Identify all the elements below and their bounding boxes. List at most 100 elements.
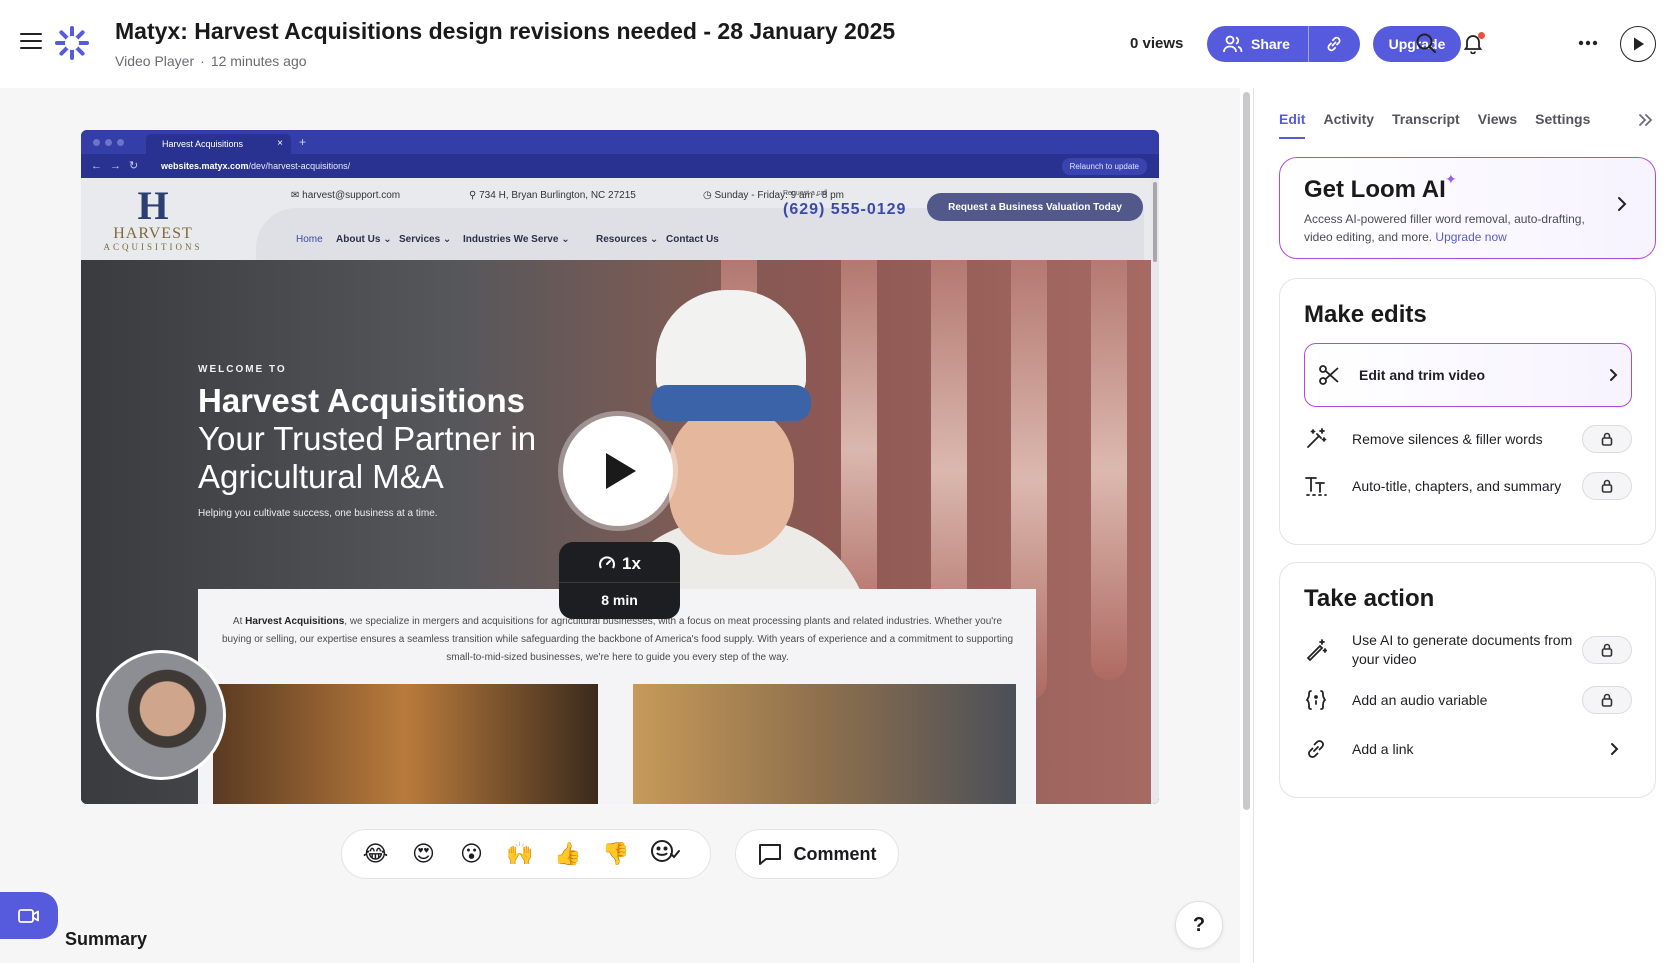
share-label: Share (1251, 36, 1290, 52)
comment-button[interactable]: Comment (735, 829, 899, 879)
hero-subtext: Helping you cultivate success, one busin… (198, 508, 438, 519)
video-subtitle: Video Player · 12 minutes ago (115, 53, 307, 69)
collapse-sidebar-icon[interactable] (1636, 110, 1656, 130)
more-options-icon[interactable] (1575, 30, 1601, 56)
remove-silences-row[interactable]: Remove silences & filler words (1304, 425, 1632, 453)
reaction-raised-hands[interactable]: 🙌 (506, 841, 533, 867)
tab-transcript[interactable]: Transcript (1392, 111, 1460, 139)
ai-card-desc: Access AI-powered filler word removal, a… (1304, 210, 1594, 246)
menu-icon[interactable] (20, 33, 42, 51)
site-phone: (629) 555-0129 (783, 201, 907, 218)
browser-nav-icons: ←→↻ (91, 160, 147, 172)
tab-views[interactable]: Views (1478, 111, 1517, 139)
edit-trim-label: Edit and trim video (1359, 366, 1486, 383)
view-count[interactable]: 0 views (1130, 35, 1183, 52)
share-button-group: Share (1207, 26, 1360, 62)
record-video-button[interactable] (0, 892, 58, 939)
browser-url: websites.matyx.com/dev/harvest-acquisiti… (161, 161, 350, 171)
hero-title: Harvest Acquisitions (198, 382, 526, 419)
playback-speed[interactable]: 1x (559, 554, 680, 574)
locked-feature-badge[interactable] (1582, 686, 1632, 714)
link-icon (1304, 737, 1328, 761)
audio-variable-row[interactable]: Add an audio variable (1304, 686, 1632, 714)
site-scrollbar (1151, 178, 1159, 804)
video-play-button[interactable] (563, 416, 673, 526)
edit-trim-video-button[interactable]: Edit and trim video (1304, 343, 1632, 407)
make-edits-title: Make edits (1304, 301, 1427, 328)
sidebar-tabs: Edit Activity Transcript Views Settings (1279, 111, 1590, 139)
locked-feature-badge[interactable] (1582, 425, 1632, 453)
site-call-label: Request a call (783, 190, 828, 197)
site-nav-resources: Resources ⌄ (596, 234, 659, 245)
browser-tab-title: Harvest Acquisitions (162, 139, 244, 149)
new-tab-icon: + (299, 135, 307, 149)
site-address-text: 734 H, Bryan Burlington, NC 27215 (479, 190, 636, 201)
copy-link-button[interactable] (1307, 26, 1360, 62)
locked-feature-badge[interactable] (1582, 472, 1632, 500)
subtitle-source[interactable]: Video Player (115, 53, 194, 69)
magic-pen-icon (1304, 638, 1328, 662)
summary-heading: Summary (65, 929, 148, 949)
play-icon (606, 453, 636, 489)
reaction-thumbs-down[interactable]: 👎 (602, 841, 629, 867)
edit-sidebar: Edit Activity Transcript Views Settings … (1254, 88, 1680, 963)
chevron-right-icon (1603, 368, 1623, 382)
loom-logo-icon[interactable] (55, 26, 89, 60)
tab-settings[interactable]: Settings (1535, 111, 1590, 139)
lock-icon (1601, 479, 1613, 493)
share-button[interactable]: Share (1207, 26, 1308, 62)
upgrade-now-link[interactable]: Upgrade now (1435, 230, 1506, 244)
add-reaction-icon[interactable] (650, 838, 680, 870)
reaction-thumbs-up[interactable]: 👍 (554, 841, 581, 867)
playback-info-pill[interactable]: 1x 8 min (559, 542, 680, 619)
play-icon (1634, 37, 1644, 51)
site-intro-card: At Harvest Acquisitions, we specialize i… (198, 589, 1036, 804)
tab-activity[interactable]: Activity (1323, 111, 1374, 139)
logo-name: HARVEST (113, 225, 193, 242)
url-domain: websites.matyx.com (161, 161, 249, 171)
video-camera-icon (18, 908, 39, 923)
ai-card-title: Get Loom AI (1304, 176, 1446, 203)
notifications-bell-icon[interactable] (1460, 30, 1486, 56)
main-scrollbar[interactable] (1243, 92, 1250, 810)
harvest-logo: H HARVEST ACQUISITIONS (103, 186, 203, 256)
link-icon (1327, 36, 1341, 52)
subtitle-time: 12 minutes ago (210, 53, 307, 69)
lock-icon (1601, 693, 1613, 707)
window-controls (93, 139, 124, 146)
intro-company: Harvest Acquisitions (245, 616, 345, 627)
auto-title-label: Auto-title, chapters, and summary (1352, 477, 1562, 494)
generate-documents-label: Use AI to generate documents from your v… (1352, 632, 1573, 667)
camera-bubble-avatar[interactable] (96, 650, 226, 780)
reaction-surprised[interactable]: 😮 (458, 841, 485, 867)
remove-silences-label: Remove silences & filler words (1352, 430, 1543, 447)
pill-divider (559, 582, 680, 583)
intro-image-butcher (213, 684, 598, 804)
add-link-row[interactable]: Add a link (1304, 737, 1632, 761)
audio-variable-label: Add an audio variable (1352, 691, 1488, 708)
comment-label: Comment (793, 843, 877, 864)
search-icon[interactable] (1413, 30, 1439, 56)
site-nav-home: Home (296, 234, 323, 245)
take-action-card: Take action Use AI to generate documents… (1279, 562, 1656, 798)
help-button[interactable]: ? (1175, 901, 1223, 949)
video-player[interactable]: Harvest Acquisitions × + ←→↻ websites.ma… (81, 130, 1159, 804)
reaction-laugh[interactable]: 😂 (362, 841, 389, 867)
generate-documents-row[interactable]: Use AI to generate documents from your v… (1304, 631, 1632, 669)
magic-wand-icon (1304, 427, 1328, 451)
auto-title-row[interactable]: Auto-title, chapters, and summary (1304, 472, 1632, 500)
logo-sub: ACQUISITIONS (103, 242, 203, 252)
site-email-text: harvest@support.com (302, 190, 401, 201)
site-header: H HARVEST ACQUISITIONS ✉ harvest@support… (81, 178, 1151, 262)
video-title[interactable]: Matyx: Harvest Acquisitions design revis… (115, 18, 895, 45)
get-loom-ai-card[interactable]: Get Loom AI ✦ Access AI-powered filler w… (1279, 157, 1656, 259)
play-header-button[interactable] (1620, 26, 1656, 62)
make-edits-card: Make edits Edit and trim video Remove si… (1279, 278, 1656, 545)
video-duration: 8 min (601, 592, 638, 608)
speed-gauge-icon (599, 556, 616, 569)
site-nav-industries: Industries We Serve ⌄ (463, 234, 570, 245)
tab-edit[interactable]: Edit (1279, 111, 1306, 139)
text-style-icon (1304, 474, 1328, 498)
reaction-heart-eyes[interactable]: 😍 (410, 841, 437, 867)
locked-feature-badge[interactable] (1582, 636, 1632, 664)
